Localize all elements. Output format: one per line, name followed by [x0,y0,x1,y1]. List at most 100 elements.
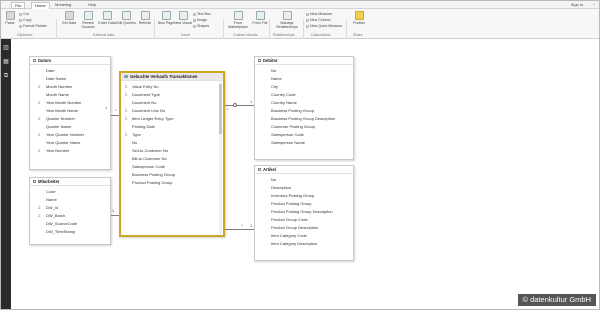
relationship-handle[interactable] [233,103,237,107]
field-row[interactable]: Product Posting Group [255,200,353,208]
tab-modeling[interactable]: Modeling [55,2,71,9]
field-row[interactable]: DW_TimeStamp [30,228,110,236]
manage-relationships-button[interactable]: Manage Relationships [271,11,303,29]
field-row[interactable]: Code [30,188,110,196]
field-row[interactable]: Σ Month Number [30,83,110,91]
field-row[interactable]: Σ Document Type [121,91,223,99]
field-row[interactable]: Σ Year Quarter Number [30,131,110,139]
field-row[interactable]: Year Quarter Name [30,139,110,147]
field-label: Business Posting Group Description [271,116,336,121]
field-row[interactable]: Customer Posting Group [255,123,353,131]
field-row[interactable]: Σ DW_Id [30,204,110,212]
field-row[interactable]: Year Month Name [30,107,110,115]
table-artikel[interactable]: Artikel No Description Inventory Posting G… [254,165,354,261]
file-tab[interactable]: File [11,2,26,9]
new-measure-button[interactable]: New Measure [306,12,332,16]
collapse-icon[interactable] [258,168,261,172]
refresh-button[interactable]: Refresh [135,11,155,25]
field-row[interactable]: No [255,176,353,184]
field-row[interactable]: DW_SourceCode [30,220,110,228]
recent-sources-button[interactable]: Recent Sources [78,11,98,29]
field-row[interactable]: Date Name [30,75,110,83]
field-row[interactable]: Country Code [255,91,353,99]
field-row[interactable]: Item Category Description [255,240,353,248]
field-row[interactable]: Country Name [255,99,353,107]
field-row[interactable]: Posting Date [121,123,223,131]
field-row[interactable]: Month Name [30,91,110,99]
model-canvas[interactable]: Datum Date Date Name Σ Month Number Month Na… [11,39,599,309]
relationship-line-mitarbeiter[interactable] [111,215,119,216]
field-list-scrollbar[interactable] [219,82,222,234]
collapse-icon[interactable] [33,59,36,63]
copy-button[interactable]: Copy [19,18,31,22]
manage-relationships-label: Manage Relationships [276,21,298,29]
table-gebuchte-verkaufs-transaktionen[interactable]: Gebuchte Verkaufs Transaktionen Σ Value E… [119,71,225,237]
text-box-button[interactable]: Text Box [193,12,211,16]
field-row[interactable]: Salesperson Name [255,139,353,147]
from-file-button[interactable]: From File [250,11,270,25]
field-row[interactable]: Product Posting Group [121,179,223,187]
field-row[interactable]: Date [30,67,110,75]
field-row[interactable]: Product Posting Group Description [255,208,353,216]
field-row[interactable]: Name [255,75,353,83]
tab-home[interactable]: Home [31,2,50,9]
clipboard-icon [5,11,15,20]
new-quick-measure-button[interactable]: New Quick Measure [306,24,342,28]
enter-data-button[interactable]: Enter Data [97,11,117,25]
field-row[interactable]: City [255,83,353,91]
field-row[interactable]: Σ Year Month Number [30,99,110,107]
collapse-icon[interactable] [258,59,261,63]
field-row[interactable]: Item Category Code [255,232,353,240]
table-debitor[interactable]: Debitor No Name City Country Code Country Na… [254,56,354,160]
field-row[interactable]: Σ Value Entry No [121,83,223,91]
image-button[interactable]: Image [193,18,207,22]
field-row[interactable]: Business Posting Group [121,171,223,179]
field-row[interactable]: Document No [121,99,223,107]
field-row[interactable]: No [121,139,223,147]
group-label-external-data: External data [93,33,115,37]
data-view-icon[interactable]: ▦ [3,59,9,65]
relationship-line-datum[interactable] [111,115,119,116]
field-row[interactable]: Quarter Name [30,123,110,131]
scrollbar-thumb[interactable] [219,84,222,134]
table-datum[interactable]: Datum Date Date Name Σ Month Number Month Na… [29,56,111,170]
new-visual-button[interactable]: New Visual [173,11,193,25]
relationship-line-debitor[interactable] [225,105,254,106]
field-row[interactable]: No [255,67,353,75]
field-row[interactable]: Σ Type [121,131,223,139]
edit-queries-button[interactable]: Edit Queries [116,11,136,25]
field-row[interactable]: Business Posting Group Description [255,115,353,123]
field-row[interactable]: Inventory Posting Group [255,192,353,200]
new-column-button[interactable]: New Column [306,18,331,22]
format-painter-button[interactable]: Format Painter [19,24,47,28]
new-page-icon [161,11,171,20]
field-row[interactable]: Product Group Code [255,216,353,224]
tab-help[interactable]: Help [88,2,96,9]
relationships-view-icon[interactable]: ⧉ [3,73,9,79]
field-row[interactable]: Σ Document Line No [121,107,223,115]
from-marketplace-button[interactable]: From Marketplace [226,11,250,29]
field-row[interactable]: Σ Item Ledger Entry Type [121,115,223,123]
field-row[interactable]: Salesperson Code [255,131,353,139]
field-row[interactable]: Salesperson Code [121,163,223,171]
field-row[interactable]: Description [255,184,353,192]
relationship-line-artikel[interactable] [225,229,254,230]
field-row[interactable]: Bill-to Customer No [121,155,223,163]
field-row[interactable]: Σ DW_Batch [30,212,110,220]
shapes-button[interactable]: Shapes [193,24,209,28]
publish-button[interactable]: Publish [349,11,369,25]
field-row[interactable]: Product Group Description [255,224,353,232]
cut-button[interactable]: Cut [19,12,29,16]
paste-button[interactable]: Paste [3,11,17,25]
sign-in-link[interactable]: Sign in [571,2,583,7]
collapse-ribbon-icon[interactable]: ^ [593,2,595,7]
field-row[interactable]: Σ Year Number [30,147,110,155]
field-row[interactable]: Σ Quarter Number [30,115,110,123]
field-row[interactable]: Business Posting Group [255,107,353,115]
collapse-icon[interactable] [33,180,36,184]
field-row[interactable]: Sell-to Customer No [121,147,223,155]
field-row[interactable]: Name [30,196,110,204]
report-view-icon[interactable]: ▥ [3,45,9,51]
table-mitarbeiter[interactable]: Mitarbeiter Code Name Σ DW_Id Σ DW_Batch DW_So… [29,177,111,245]
get-data-button[interactable]: Get Data [59,11,79,25]
